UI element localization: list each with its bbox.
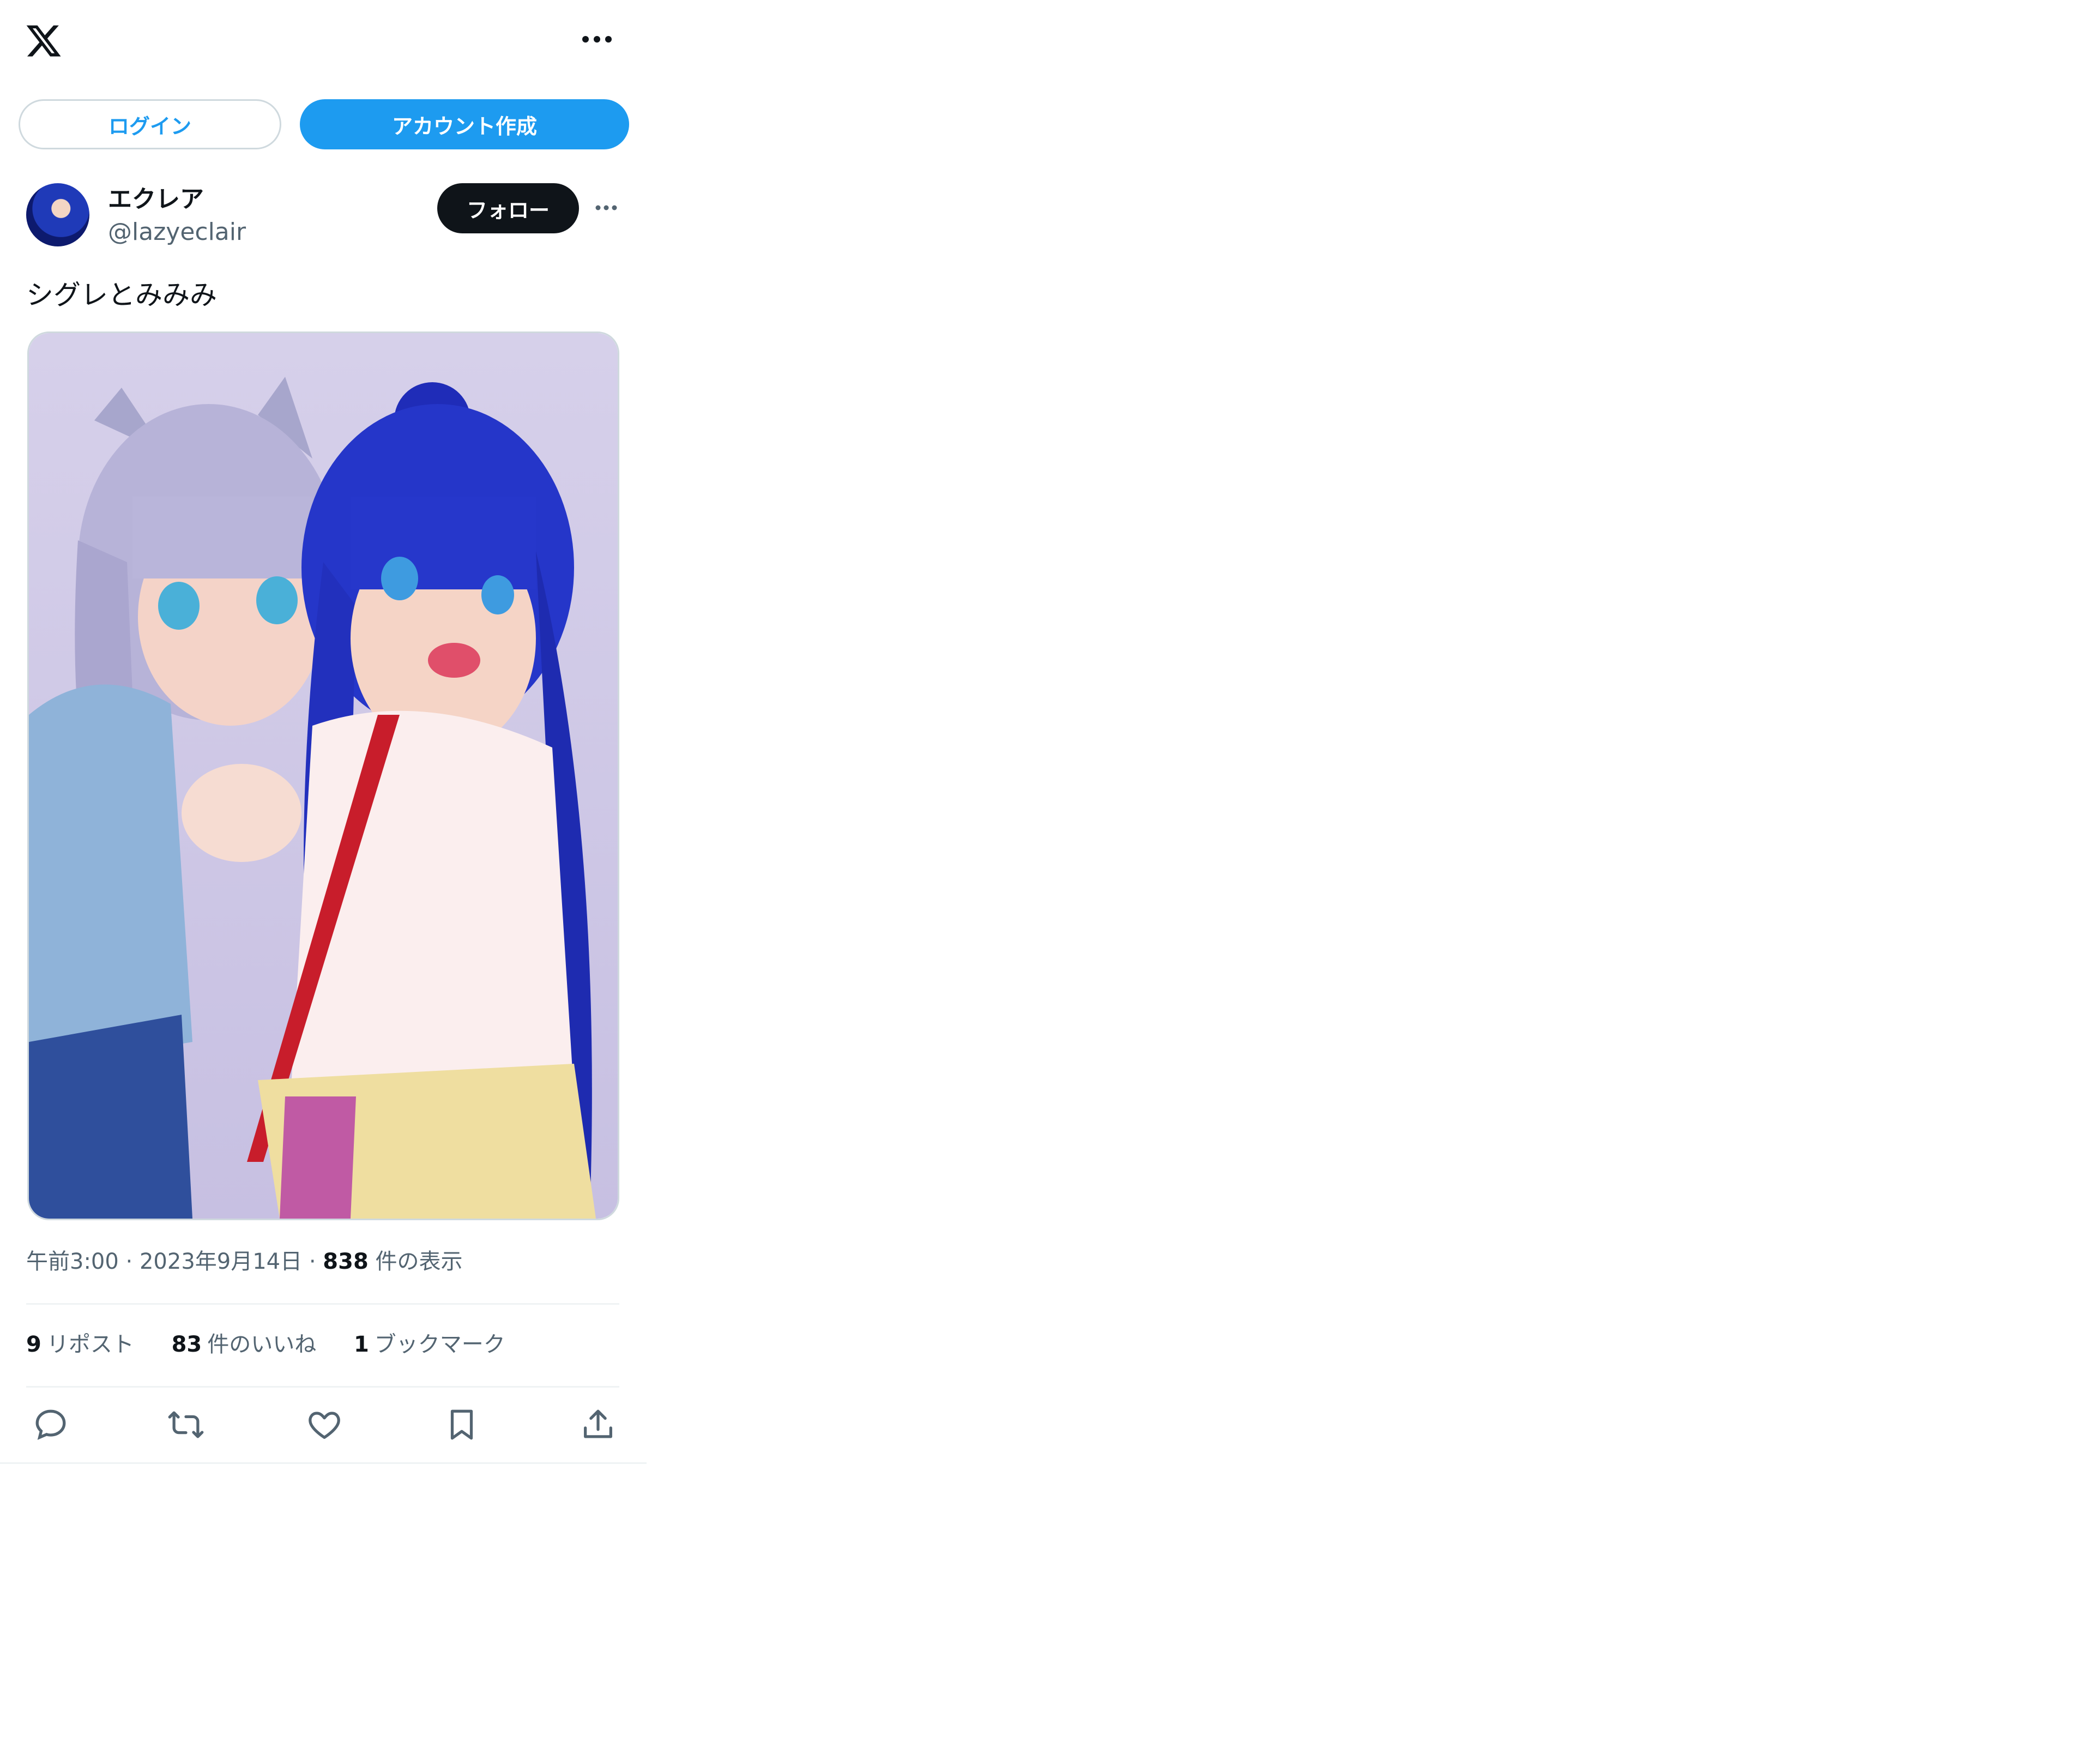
tweet-text: シグレとみみみ [26, 279, 217, 311]
tweet-photo[interactable] [27, 331, 619, 1220]
bookmarks-stat[interactable]: 1 ブックマーク [354, 1332, 505, 1357]
author-handle[interactable]: @lazyeclair [108, 216, 246, 249]
x-logo-icon[interactable] [24, 22, 63, 60]
login-button[interactable]: ログイン [19, 99, 281, 149]
signup-button[interactable]: アカウント作成 [300, 99, 629, 149]
tweet-more-icon[interactable] [594, 200, 618, 216]
views-count: 838 [323, 1249, 369, 1274]
share-icon[interactable] [579, 1406, 617, 1444]
repost-icon[interactable] [167, 1406, 205, 1444]
tweet-date[interactable]: 2023年9月14日 [140, 1249, 302, 1274]
bottom-divider [0, 1462, 647, 1464]
separator-dot: · [309, 1249, 323, 1274]
more-horizontal-icon[interactable] [579, 28, 615, 50]
likes-stat[interactable]: 83 件のいいね [172, 1332, 317, 1357]
follow-button[interactable]: フォロー [437, 183, 579, 233]
divider [26, 1303, 619, 1305]
reposts-stat[interactable]: 9 リポスト [26, 1332, 134, 1357]
bookmark-icon[interactable] [443, 1406, 481, 1444]
like-icon[interactable] [305, 1406, 343, 1444]
tweet-meta: 午前3:00 · 2023年9月14日 · 838 件の表示 [26, 1246, 463, 1277]
tweet-time[interactable]: 午前3:00 [26, 1249, 119, 1274]
tweet-stats: 9 リポスト 83 件のいいね 1 ブックマーク [26, 1329, 536, 1360]
separator-dot: · [125, 1249, 140, 1274]
avatar[interactable] [26, 183, 89, 246]
reply-icon[interactable] [32, 1406, 70, 1444]
views-label: 件の表示 [375, 1249, 463, 1274]
divider [26, 1386, 619, 1388]
author-name[interactable]: エクレア [108, 183, 204, 216]
